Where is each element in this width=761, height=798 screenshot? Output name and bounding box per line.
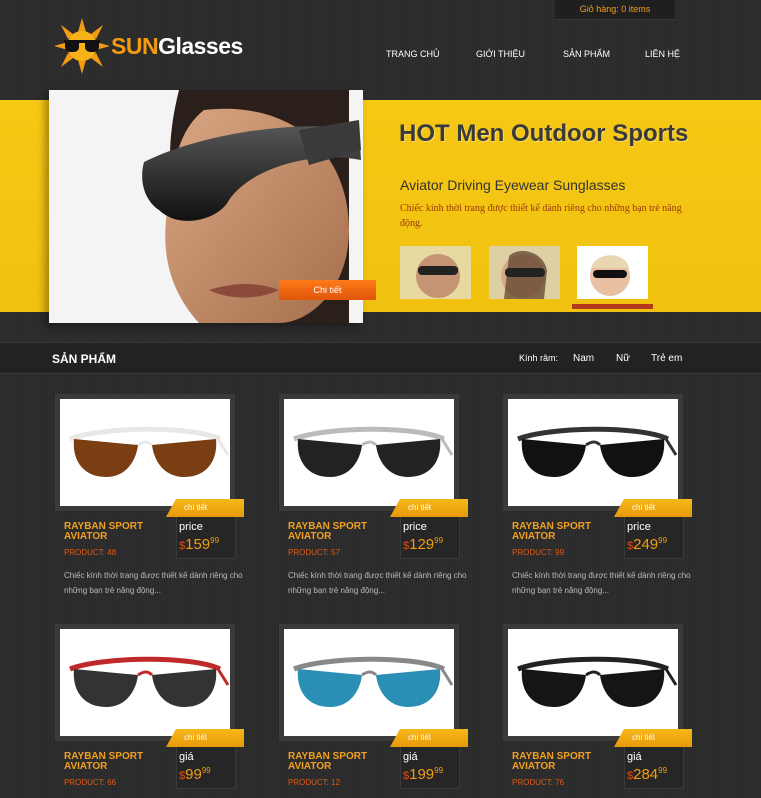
product-description: Chiếc kính thời trang được thiết kế dành… [512,571,691,595]
price-box: price $12999 [400,517,460,559]
product-name[interactable]: RAYBAN SPORT AVIATOR [288,522,398,542]
price-value: $9999 [179,766,211,783]
product-code: PRODUCT: 99 [512,548,565,557]
product-description: Chiếc kính thời trang được thiết kế dành… [64,571,243,595]
product-name[interactable]: RAYBAN SPORT AVIATOR [64,752,174,772]
product-code: PRODUCT: 66 [64,778,117,787]
product-image[interactable] [55,394,235,511]
hero-thumb-3[interactable] [577,246,648,299]
product-code: PRODUCT: 76 [512,778,565,787]
product-name[interactable]: RAYBAN SPORT AVIATOR [512,522,622,542]
nav-item-products[interactable]: SẢN PHẨM [563,49,610,59]
hero-detail-button[interactable]: Chi tiết [279,280,376,300]
price-box: giá $9999 [176,747,236,789]
nav-item-home[interactable]: TRANG CHỦ [386,49,440,59]
price-value: $15999 [179,536,219,553]
product-image[interactable] [503,624,683,741]
hero-subtitle: Aviator Driving Eyewear Sunglasses [400,177,626,193]
product-detail-tag[interactable]: chi tiết [166,499,244,517]
product-image[interactable] [503,394,683,511]
hero-description: Chiếc kính thời trang được thiết kế dành… [400,203,682,229]
price-box: giá $28499 [624,747,684,789]
price-label: price [627,521,651,533]
price-integer: 159 [185,536,211,553]
filter-men[interactable]: Nam [573,353,594,364]
active-thumb-indicator [572,304,653,309]
product-detail-tag[interactable]: chi tiết [614,499,692,517]
product-section-bar: SẢN PHẨM Kính râm: Nam Nữ Trẻ em [0,342,761,374]
price-label: giá [179,751,194,763]
product-detail-tag[interactable]: chi tiết [390,729,468,747]
nav-item-contact[interactable]: LIÊN HỆ [645,49,680,59]
site-logo[interactable]: SUNGlasses [52,18,252,74]
hero-thumb-1[interactable] [400,246,471,299]
nav-item-about[interactable]: GIỚI THIỆU [476,49,525,59]
product-image[interactable] [279,624,459,741]
price-value: $19999 [403,766,443,783]
product-image[interactable] [55,624,235,741]
filter-kids[interactable]: Trẻ em [651,353,682,364]
logo-sun-text: SUN [111,33,159,59]
filter-women[interactable]: Nữ [616,353,630,364]
price-box: price $15999 [176,517,236,559]
product-detail-tag[interactable]: chi tiết [390,499,468,517]
price-box: price $24999 [624,517,684,559]
filter-label: Kính râm: [519,353,559,363]
price-integer: 129 [409,536,435,553]
product-code: PRODUCT: 12 [288,778,341,787]
price-label: price [403,521,427,533]
price-integer: 199 [409,766,435,783]
product-detail-tag[interactable]: chi tiết [166,729,244,747]
price-label: price [179,521,203,533]
logo-glasses-text: Glasses [158,33,243,59]
price-cents: 99 [201,766,211,775]
price-box: giá $19999 [400,747,460,789]
hero-title: HOT Men Outdoor Sports [399,120,689,147]
section-title: SẢN PHẨM [52,352,117,366]
price-integer: 284 [633,766,659,783]
site-header: Giỏ hàng: 0 items SUNGlasses TRANG CHỦ G… [0,0,761,90]
price-value: $12999 [403,536,443,553]
price-value: $28499 [627,766,667,783]
price-value: $24999 [627,536,667,553]
price-cents: 99 [434,536,444,545]
hero-thumb-2[interactable] [489,246,560,299]
product-code: PRODUCT: 57 [288,548,341,557]
product-name[interactable]: RAYBAN SPORT AVIATOR [288,752,398,772]
product-description: Chiếc kính thời trang được thiết kế dành… [288,571,467,595]
price-label: giá [627,751,642,763]
price-cents: 99 [210,536,220,545]
product-code: PRODUCT: 48 [64,548,117,557]
product-name[interactable]: RAYBAN SPORT AVIATOR [64,522,174,542]
price-cents: 99 [658,536,668,545]
price-cents: 99 [658,766,668,775]
sun-logo-icon [54,18,110,74]
price-cents: 99 [434,766,444,775]
product-detail-tag[interactable]: chi tiết [614,729,692,747]
product-name[interactable]: RAYBAN SPORT AVIATOR [512,752,622,772]
cart-summary[interactable]: Giỏ hàng: 0 items [555,0,675,20]
price-integer: 249 [633,536,659,553]
price-label: giá [403,751,418,763]
price-integer: 99 [185,766,202,783]
product-image[interactable] [279,394,459,511]
